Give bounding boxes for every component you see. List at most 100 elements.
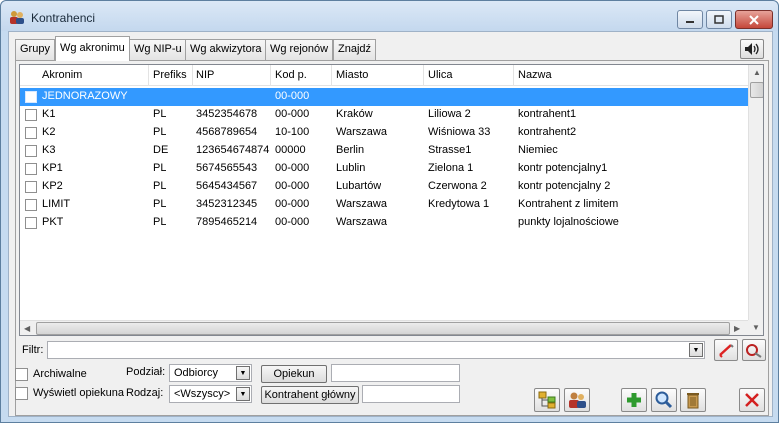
wyswietl-opiekuna-checkbox[interactable] <box>15 387 28 400</box>
group-tree-icon <box>538 391 556 409</box>
column-header-miasto[interactable]: Miasto <box>336 69 368 81</box>
cell-akronim: KP1 <box>42 162 63 174</box>
cell-miasto: Warszawa <box>336 126 387 138</box>
row-checkbox[interactable] <box>25 181 37 193</box>
cell-kod: 00-000 <box>275 216 310 228</box>
groups-button[interactable] <box>534 388 560 412</box>
cell-nazwa: Kontrahent z limitem <box>518 198 619 210</box>
column-header-nazwa[interactable]: Nazwa <box>518 69 552 81</box>
filter-dropdown-button[interactable]: ▼ <box>689 343 703 357</box>
opiekun-field[interactable] <box>331 364 460 382</box>
horizontal-scrollbar[interactable]: ◀ ▶ <box>20 320 748 335</box>
filter-input[interactable]: ▼ <box>47 341 705 359</box>
cell-kod: 00-000 <box>275 162 310 174</box>
row-checkbox[interactable] <box>25 91 37 103</box>
column-header-ulica[interactable]: Ulica <box>428 69 452 81</box>
title-bar[interactable]: Kontrahenci <box>1 1 778 31</box>
chevron-down-icon: ▼ <box>239 390 247 398</box>
cell-kod: 00000 <box>275 144 306 156</box>
cell-akronim: PKT <box>42 216 64 228</box>
cell-nip: 7895465214 <box>196 216 258 228</box>
cell-nazwa: kontrahent1 <box>518 108 577 120</box>
vertical-scroll-thumb[interactable] <box>750 82 763 98</box>
kontrahent-glowny-button[interactable]: Kontrahent główny <box>261 386 359 404</box>
table-row[interactable]: LIMIT PL 3452312345 00-000 Warszawa Kred… <box>20 196 748 214</box>
view-button[interactable] <box>651 388 677 412</box>
tab-wg-rejonow[interactable]: Wg rejonów <box>265 39 334 60</box>
podzial-label: Podział: <box>126 366 166 378</box>
close-form-button[interactable] <box>739 388 765 412</box>
rodzaj-dropdown-button[interactable]: ▼ <box>236 387 250 401</box>
scroll-up-icon[interactable]: ▲ <box>753 68 761 77</box>
podzial-dropdown-button[interactable]: ▼ <box>236 366 250 380</box>
horizontal-scroll-thumb[interactable] <box>36 322 730 335</box>
chevron-down-icon: ▼ <box>692 346 700 354</box>
cell-miasto: Warszawa <box>336 198 387 210</box>
table-row[interactable]: KP2 PL 5645434567 00-000 Lubartów Czerwo… <box>20 178 748 196</box>
tab-znajdz[interactable]: Znajdź <box>333 39 377 60</box>
delete-button[interactable] <box>680 388 706 412</box>
cell-prefiks: PL <box>153 216 167 228</box>
tab-wg-akwizytora[interactable]: Wg akwizytora <box>185 39 267 60</box>
cell-akronim: K3 <box>42 144 56 156</box>
scroll-right-icon[interactable]: ▶ <box>734 324 740 333</box>
add-button[interactable] <box>621 388 647 412</box>
row-checkbox[interactable] <box>25 127 37 139</box>
cell-akronim: K1 <box>42 108 56 120</box>
table-row[interactable]: PKT PL 7895465214 00-000 Warszawa punkty… <box>20 214 748 232</box>
cell-ulica: Wiśniowa 33 <box>428 126 491 138</box>
row-checkbox[interactable] <box>25 163 37 175</box>
column-header-prefiks[interactable]: Prefiks <box>153 69 187 81</box>
cell-kod: 10-100 <box>275 126 310 138</box>
tab-wg-nip[interactable]: Wg NIP-u <box>129 39 187 60</box>
close-icon <box>749 14 759 25</box>
contact-persons-button[interactable] <box>564 388 590 412</box>
podzial-select[interactable]: Odbiorcy ▼ <box>169 364 252 382</box>
row-checkbox[interactable] <box>25 109 37 121</box>
filter-builder-button[interactable] <box>742 339 766 361</box>
cell-kod: 00-000 <box>275 108 310 120</box>
clear-filter-button[interactable] <box>714 339 738 361</box>
scroll-down-icon[interactable]: ▼ <box>752 323 760 332</box>
opiekun-button[interactable]: Opiekun <box>261 365 327 383</box>
cell-prefiks: PL <box>153 162 167 174</box>
voice-button[interactable] <box>740 39 764 59</box>
wyswietl-opiekuna-label: Wyświetl opiekuna <box>33 387 124 399</box>
magnifier-icon <box>655 391 673 409</box>
archiwalne-label: Archiwalne <box>33 368 87 380</box>
row-checkbox[interactable] <box>25 145 37 157</box>
rodzaj-select[interactable]: <Wszyscy> ▼ <box>169 385 252 403</box>
cell-ulica: Zielona 1 <box>428 162 474 174</box>
kontrahent-glowny-field[interactable] <box>362 385 460 403</box>
archiwalne-checkbox[interactable] <box>15 368 28 381</box>
table-row[interactable]: K1 PL 3452354678 00-000 Kraków Liliowa 2… <box>20 106 748 124</box>
window: Kontrahenci Grupy Wg akronimu Wg NIP-u W… <box>0 0 779 423</box>
row-checkbox[interactable] <box>25 199 37 211</box>
cell-akronim: LIMIT <box>42 198 71 210</box>
minimize-button[interactable] <box>677 10 703 29</box>
contractors-grid[interactable]: Akronim Prefiks NIP Kod p. Miasto Ulica … <box>19 64 764 336</box>
table-row[interactable]: KP1 PL 5674565543 00-000 Lublin Zielona … <box>20 160 748 178</box>
table-row[interactable]: JEDNORAZOWY 00-000 <box>20 88 748 106</box>
tab-grupy[interactable]: Grupy <box>15 39 55 60</box>
cell-prefiks: PL <box>153 126 167 138</box>
column-header-nip[interactable]: NIP <box>196 69 214 81</box>
tab-wg-akronimu[interactable]: Wg akronimu <box>55 36 130 61</box>
table-row[interactable]: K3 DE 123654674874 00000 Berlin Strasse1… <box>20 142 748 160</box>
tab-panel: Akronim Prefiks NIP Kod p. Miasto Ulica … <box>15 60 769 416</box>
column-header-kod[interactable]: Kod p. <box>275 69 307 81</box>
table-row[interactable]: K2 PL 4568789654 10-100 Warszawa Wiśniow… <box>20 124 748 142</box>
podzial-value: Odbiorcy <box>174 367 219 379</box>
scroll-left-icon[interactable]: ◀ <box>24 324 30 333</box>
cell-kod: 00-000 <box>275 198 310 210</box>
grid-header: Akronim Prefiks NIP Kod p. Miasto Ulica … <box>20 65 748 86</box>
maximize-button[interactable] <box>706 10 732 29</box>
row-checkbox[interactable] <box>25 217 37 229</box>
cell-miasto: Kraków <box>336 108 373 120</box>
filter-label: Filtr: <box>22 344 44 356</box>
column-header-akronim[interactable]: Akronim <box>42 69 82 81</box>
cell-nip: 3452354678 <box>196 108 258 120</box>
cell-ulica: Liliowa 2 <box>428 108 471 120</box>
close-window-button[interactable] <box>735 10 773 29</box>
vertical-scrollbar[interactable]: ▲ <box>748 65 763 320</box>
